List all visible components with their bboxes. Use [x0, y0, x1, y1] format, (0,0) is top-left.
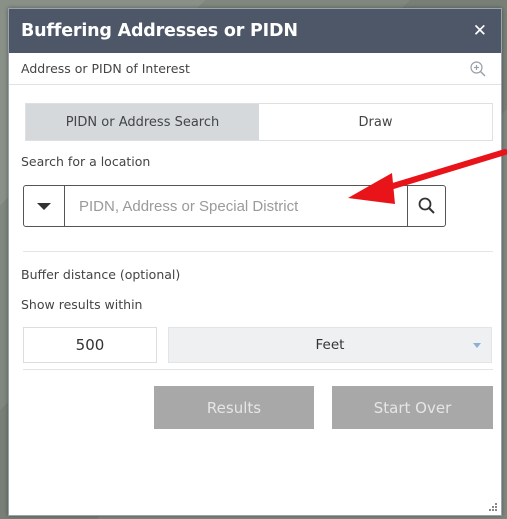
panel-title: Buffering Addresses or PIDN [21, 21, 298, 41]
search-box [23, 185, 446, 227]
caret-down-icon [37, 202, 51, 210]
results-button[interactable]: Results [154, 386, 314, 429]
unit-select-value: Feet [315, 337, 345, 353]
search-source-dropdown[interactable] [24, 186, 65, 226]
close-icon[interactable]: ✕ [473, 22, 487, 40]
search-input[interactable] [65, 186, 407, 226]
divider [23, 251, 493, 252]
search-label: Search for a location [21, 154, 151, 169]
caret-down-icon [473, 343, 481, 348]
panel-titlebar: Buffering Addresses or PIDN ✕ [9, 9, 501, 53]
subheader-label: Address or PIDN of Interest [21, 61, 190, 76]
tab-pidn-address-search[interactable]: PIDN or Address Search [26, 104, 259, 140]
resize-grip-icon[interactable] [489, 503, 498, 512]
show-results-label: Show results within [21, 297, 143, 312]
unit-select[interactable]: Feet [168, 327, 492, 363]
buffer-distance-label: Buffer distance (optional) [21, 267, 181, 282]
panel-subheader: Address or PIDN of Interest [9, 53, 501, 85]
start-over-button[interactable]: Start Over [332, 386, 493, 429]
divider [23, 369, 493, 370]
distance-input[interactable]: 500 [23, 327, 157, 363]
search-mode-tabs: PIDN or Address Search Draw [25, 103, 493, 141]
zoom-in-icon[interactable] [469, 60, 487, 78]
search-button[interactable] [407, 186, 445, 226]
search-icon [418, 197, 435, 214]
tab-draw[interactable]: Draw [259, 104, 492, 140]
buffer-panel: Buffering Addresses or PIDN ✕ Address or… [8, 8, 502, 516]
